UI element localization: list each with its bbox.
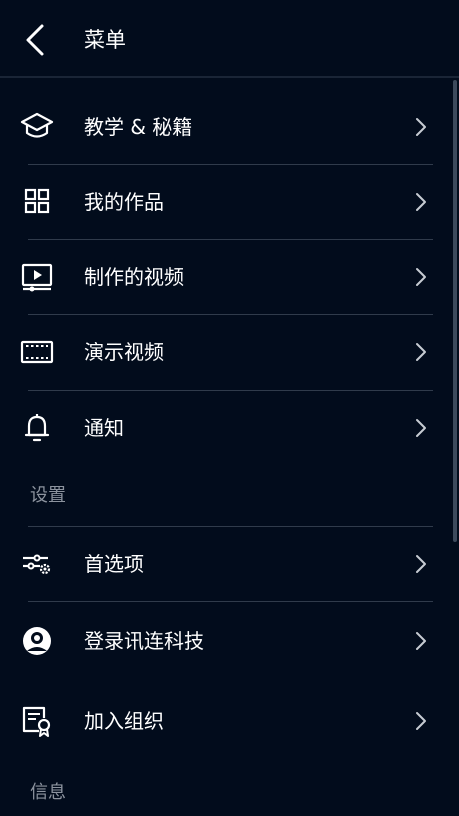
grid-icon <box>20 186 54 218</box>
menu-item-preferences[interactable]: 首选项 <box>0 527 452 601</box>
graduation-cap-icon <box>20 111 54 143</box>
section-label-info: 信息 <box>30 782 66 803</box>
chevron-right-icon <box>412 711 428 731</box>
video-play-icon <box>20 261 54 293</box>
menu-item-sign-in[interactable]: 登录讯连科技 <box>0 604 452 678</box>
menu-item-label: 加入组织 <box>84 709 164 733</box>
divider <box>28 601 433 602</box>
sliders-gear-icon <box>20 548 54 580</box>
menu-item-label: 首选项 <box>84 552 144 576</box>
menu-item-tutorials[interactable]: 教学 & 秘籍 <box>0 90 452 164</box>
chevron-left-icon <box>26 24 44 56</box>
menu-item-produced-videos[interactable]: 制作的视频 <box>0 240 452 314</box>
menu-item-demo-videos[interactable]: 演示视频 <box>0 315 452 389</box>
menu-item-label: 我的作品 <box>84 190 164 214</box>
menu-item-join-organization[interactable]: 加入组织 <box>0 684 452 758</box>
scrollbar[interactable] <box>453 80 457 542</box>
film-icon <box>20 336 54 368</box>
certificate-icon <box>20 705 54 737</box>
chevron-right-icon <box>412 267 428 287</box>
section-label-settings: 设置 <box>30 485 66 506</box>
chevron-right-icon <box>412 554 428 574</box>
menu-item-my-projects[interactable]: 我的作品 <box>0 165 452 239</box>
chevron-right-icon <box>412 117 428 137</box>
chevron-right-icon <box>412 192 428 212</box>
menu-item-label: 制作的视频 <box>84 265 184 289</box>
page-title: 菜单 <box>84 28 126 52</box>
menu-item-label: 演示视频 <box>84 340 164 364</box>
menu-item-label: 通知 <box>84 416 124 440</box>
back-button[interactable] <box>18 22 54 58</box>
chevron-right-icon <box>412 418 428 438</box>
bell-icon <box>20 412 54 444</box>
chevron-right-icon <box>412 342 428 362</box>
menu-item-label: 登录讯连科技 <box>84 629 204 653</box>
menu-item-label: 教学 & 秘籍 <box>84 115 193 139</box>
user-circle-icon <box>20 625 54 657</box>
menu-item-notifications[interactable]: 通知 <box>0 391 452 465</box>
app-header: 菜单 <box>0 0 459 78</box>
chevron-right-icon <box>412 631 428 651</box>
